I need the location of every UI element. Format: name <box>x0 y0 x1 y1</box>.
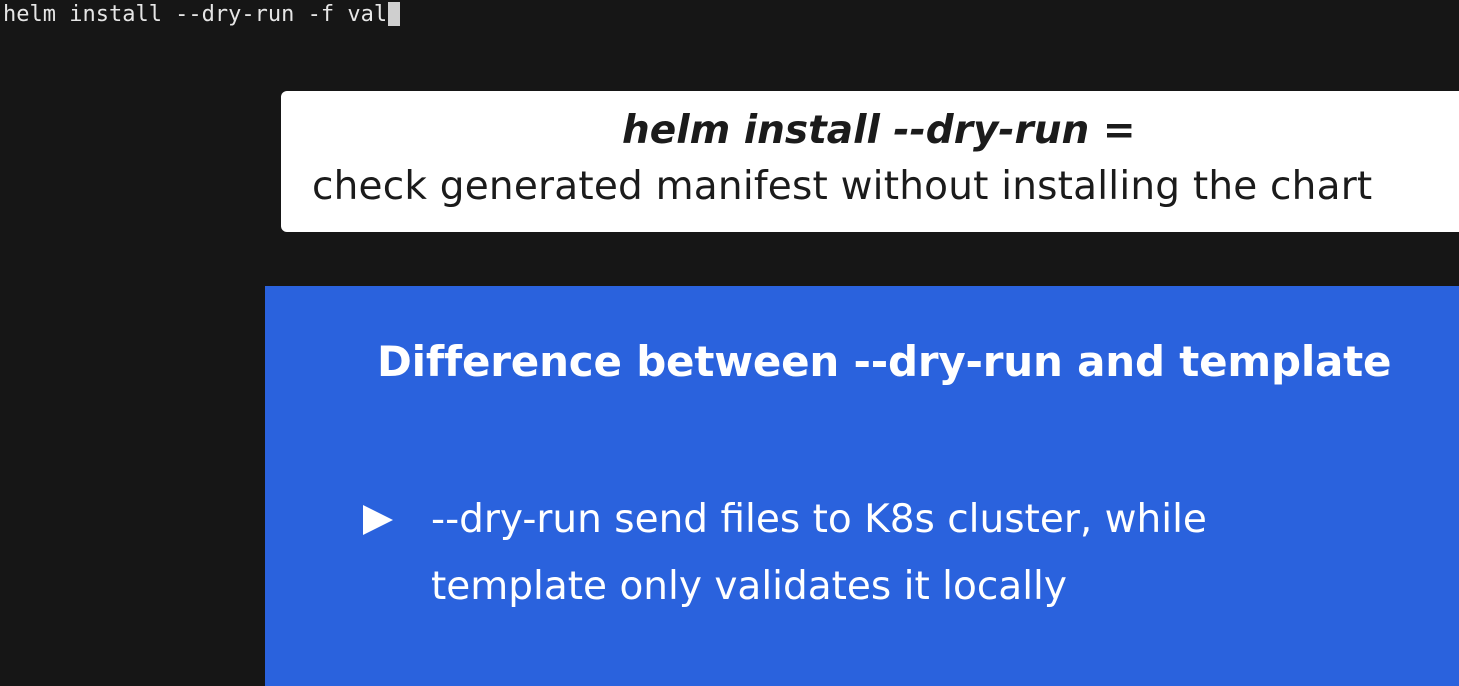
terminal-command-text: helm install --dry-run -f val <box>3 1 388 27</box>
summary-card-title: helm install --dry-run = <box>622 108 1136 153</box>
summary-card-subtitle: check generated manifest without install… <box>312 164 1373 209</box>
play-triangle-icon <box>363 505 393 535</box>
slide-heading: Difference between --dry-run and templat… <box>377 337 1392 386</box>
bullet-text-line-1: --dry-run send files to K8s cluster, whi… <box>431 497 1207 542</box>
terminal-cursor <box>388 2 401 26</box>
terminal-command-line[interactable]: helm install --dry-run -f val <box>3 1 401 27</box>
bullet-text-line-2: template only validates it locally <box>431 564 1067 609</box>
